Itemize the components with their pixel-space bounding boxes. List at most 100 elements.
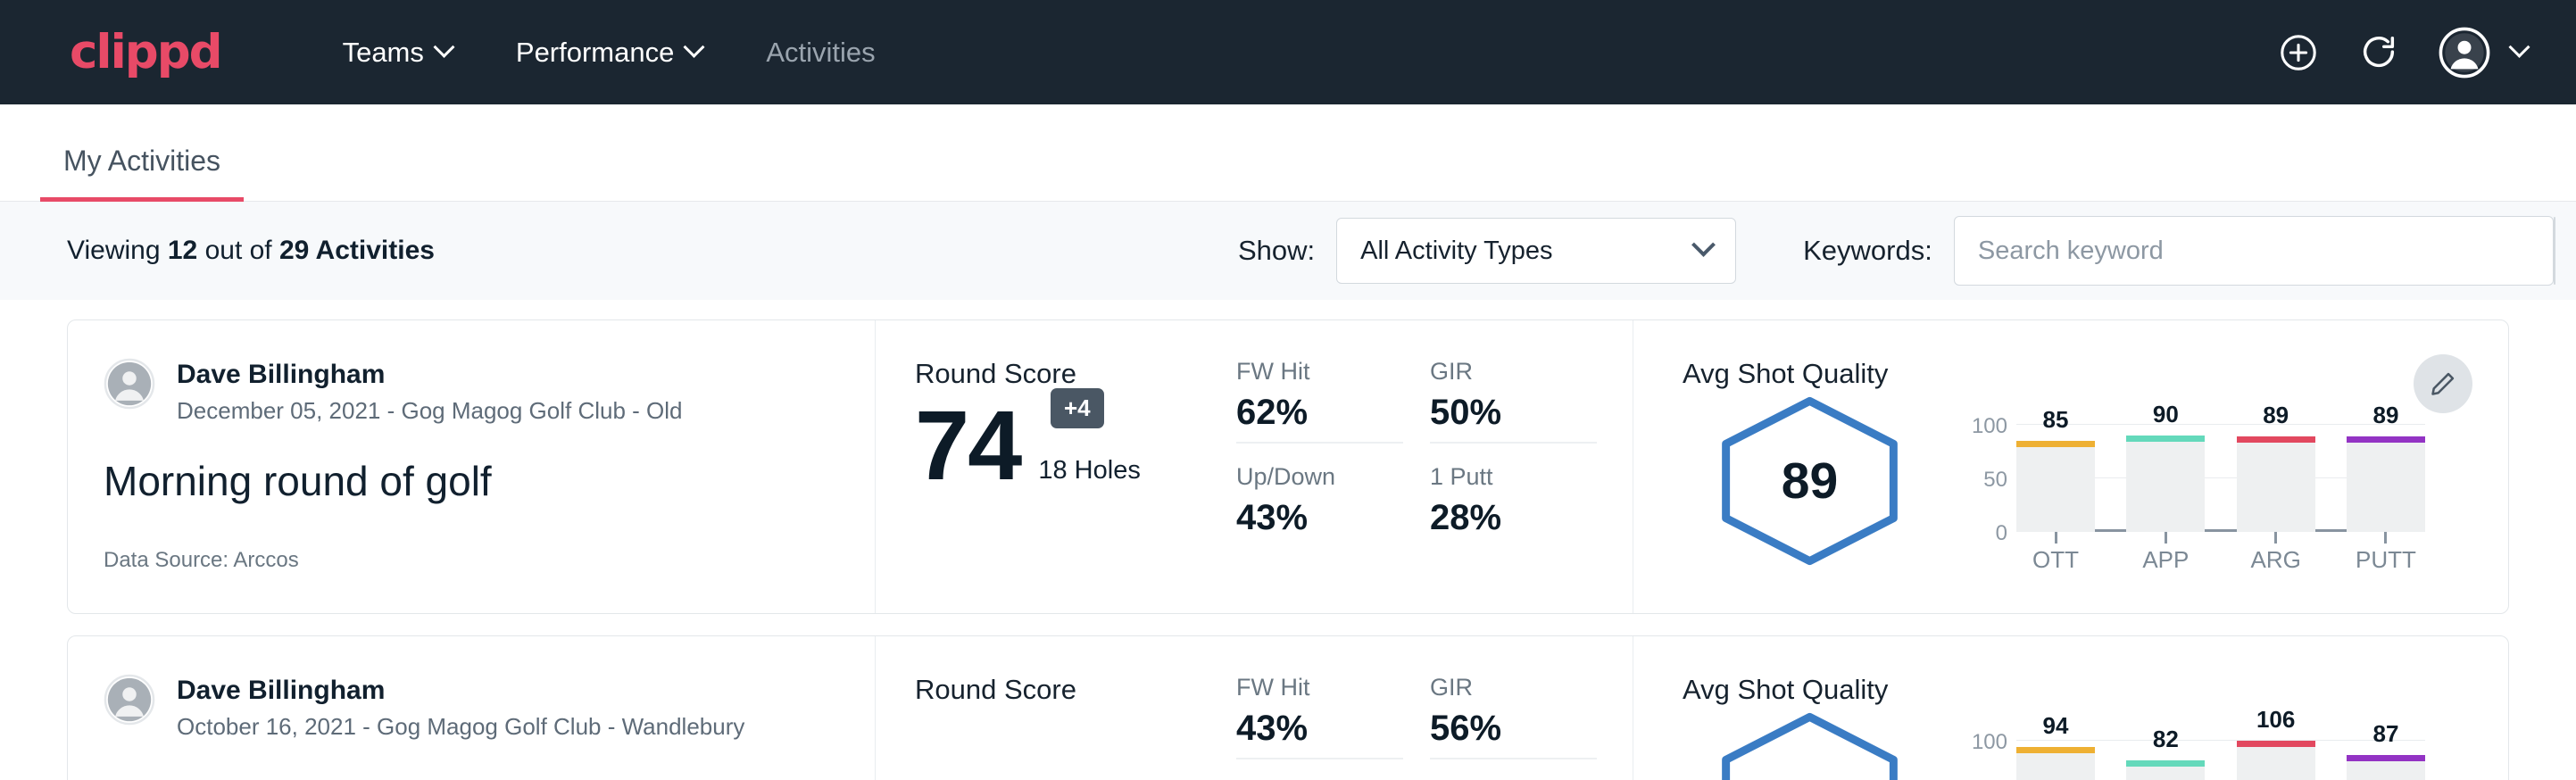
stat-up-down: Up/Down 43%	[1236, 463, 1403, 547]
chart-bar-value-label: 82	[2126, 726, 2205, 753]
stats-column: FW Hit 62% GIR 50% Up/Down 43% 1 Putt 28…	[1236, 320, 1633, 613]
user-menu[interactable]	[2439, 27, 2527, 79]
chart-bar: 85	[2016, 425, 2095, 532]
view-mode-toggle	[2554, 217, 2555, 285]
chart-bar-body	[2016, 447, 2095, 532]
person-row: Dave Billingham October 16, 2021 - Gog M…	[104, 674, 835, 741]
chart-y-tick-label: 100	[1961, 730, 2007, 755]
chart-bar-body	[2016, 753, 2095, 780]
stat-label: FW Hit	[1236, 358, 1403, 386]
stat-value: 43%	[1236, 498, 1403, 538]
activity-subtitle: December 05, 2021 - Gog Magog Golf Club …	[177, 397, 683, 425]
keywords-label: Keywords:	[1803, 235, 1932, 267]
chart-bar-cap	[2347, 436, 2425, 443]
stat-value: 56%	[1430, 709, 1597, 749]
chart-bar-value-label: 89	[2237, 402, 2315, 429]
chart-bar-value-label: 85	[2016, 406, 2095, 434]
person-name: Dave Billingham	[177, 358, 683, 392]
edit-activity-button[interactable]	[2414, 354, 2472, 413]
chart-bars: 85908989	[2016, 425, 2425, 532]
chart-x-labels: OTTAPPARGPUTT	[2016, 546, 2425, 574]
chart-x-tick	[2016, 532, 2095, 544]
shot-quality-column: Avg Shot Quality 89 05010085908989OTTAPP…	[1633, 320, 2508, 613]
chart-x-tick	[2347, 532, 2425, 544]
chart-bar-value-label: 90	[2126, 401, 2205, 428]
stat-label: 1 Putt	[1430, 463, 1597, 491]
round-score-label: Round Score	[915, 674, 1236, 706]
chart-x-tick-label: PUTT	[2347, 546, 2425, 574]
stat-gir: GIR 56%	[1430, 674, 1597, 759]
activity-card[interactable]: Dave Billingham December 05, 2021 - Gog …	[67, 319, 2509, 614]
chart-x-tick-label: ARG	[2237, 546, 2315, 574]
avg-shot-quality-label: Avg Shot Quality	[1683, 674, 2508, 706]
data-source-label: Data Source: Arccos	[104, 548, 835, 573]
avatar	[104, 358, 155, 410]
chart-bar-body	[2237, 443, 2315, 532]
chart-y-tick-label: 50	[1961, 468, 2007, 493]
nav-item-performance-label: Performance	[516, 37, 674, 69]
stat-gir: GIR 50%	[1430, 358, 1597, 444]
person-row: Dave Billingham December 05, 2021 - Gog …	[104, 358, 835, 425]
round-score-column: Round Score	[876, 636, 1236, 780]
chart-bar-cap	[2126, 760, 2205, 767]
shot-quality-hexagon	[1714, 711, 1906, 780]
tab-my-activities[interactable]: My Activities	[40, 145, 244, 201]
chart-bar-body	[2126, 442, 2205, 532]
primary-nav: Teams Performance Activities	[311, 37, 908, 69]
nav-item-activities-label: Activities	[766, 37, 875, 69]
activity-type-value: All Activity Types	[1360, 236, 1695, 266]
viewing-count: 12	[168, 236, 197, 265]
chart-bar-value-label: 89	[2347, 402, 2425, 429]
score-differential-badge: +4	[1051, 388, 1104, 428]
viewing-mid: out of	[197, 236, 279, 265]
chart-bar-body	[2347, 761, 2425, 780]
nav-item-teams[interactable]: Teams	[311, 37, 484, 69]
chevron-down-icon	[2508, 37, 2530, 58]
show-label: Show:	[1238, 235, 1315, 267]
keywords-group: Keywords:	[1803, 216, 2554, 286]
nav-item-activities[interactable]: Activities	[734, 37, 907, 69]
chart-bar: 82	[2126, 741, 2205, 780]
chevron-down-icon	[433, 37, 454, 58]
stat-label: Up/Down	[1236, 463, 1403, 491]
chart-bar-value-label: 94	[2016, 712, 2095, 740]
shot-quality-body: 89 05010085908989OTTAPPARGPUTT	[1683, 395, 2508, 574]
round-score-row: 74 +4 18 Holes	[915, 401, 1236, 491]
brand-logo[interactable]: clippd	[70, 29, 221, 76]
stat-fw-hit: FW Hit 43%	[1236, 674, 1403, 759]
top-navbar: clippd Teams Performance Activities	[0, 0, 2576, 104]
chart-bar: 87	[2347, 741, 2425, 780]
stat-fw-hit: FW Hit 62%	[1236, 358, 1403, 444]
viewing-summary: Viewing 12 out of 29 Activities	[67, 236, 435, 266]
avg-shot-quality-label: Avg Shot Quality	[1683, 358, 2508, 390]
activity-type-select[interactable]: All Activity Types	[1336, 218, 1736, 284]
activity-subtitle: October 16, 2021 - Gog Magog Golf Club -…	[177, 713, 744, 741]
avg-shot-quality-value: 89	[1714, 395, 1906, 567]
show-filter-group: Show: All Activity Types	[1238, 218, 1736, 284]
round-score-column: Round Score 74 +4 18 Holes	[876, 320, 1236, 613]
activity-card[interactable]: Dave Billingham October 16, 2021 - Gog M…	[67, 635, 2509, 780]
chart-x-tick	[2126, 532, 2205, 544]
round-score-value: 74	[915, 401, 1020, 491]
avatar	[104, 674, 155, 726]
nav-item-teams-label: Teams	[343, 37, 424, 69]
refresh-icon[interactable]	[2358, 32, 2399, 73]
chart-y-tick-label: 0	[1961, 521, 2007, 546]
plus-circle-icon[interactable]	[2278, 32, 2319, 73]
chart-bar-body	[2237, 747, 2315, 780]
nav-item-performance[interactable]: Performance	[484, 37, 734, 69]
chart-bars: 948210687	[2016, 741, 2425, 780]
chart-bar-cap	[2237, 741, 2315, 747]
search-input[interactable]	[1954, 216, 2554, 286]
stat-value: 28%	[1430, 498, 1597, 538]
stat-label: GIR	[1430, 358, 1597, 386]
round-score-label: Round Score	[915, 358, 1236, 390]
stat-label: GIR	[1430, 674, 1597, 701]
stat-value: 50%	[1430, 393, 1597, 433]
chart-bar-cap	[2347, 755, 2425, 761]
activity-title: Morning round of golf	[104, 457, 835, 505]
avatar-icon	[2439, 27, 2490, 79]
person-name: Dave Billingham	[177, 674, 744, 708]
stat-value: 43%	[1236, 709, 1403, 749]
chart-bar-body	[2126, 767, 2205, 780]
